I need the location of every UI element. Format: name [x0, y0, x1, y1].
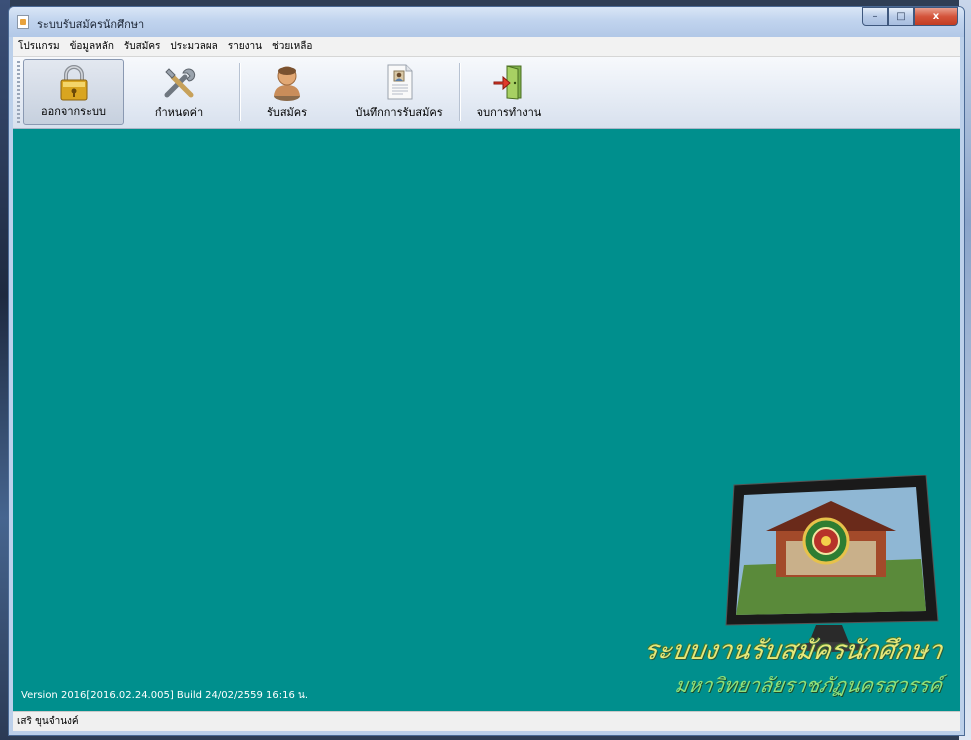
menu-report[interactable]: รายงาน [223, 39, 267, 54]
app-window: ระบบรับสมัครนักศึกษา – □ x โปรแกรม ข้อมู… [8, 6, 965, 736]
document-icon [387, 64, 413, 100]
version-info: Version 2016[2016.02.24.005] Build 24/02… [21, 690, 309, 701]
main-workspace: ระบบงานรับสมัครนักศึกษา มหาวิทยาลัยราชภั… [13, 129, 960, 711]
admission-button[interactable]: รับสมัคร [245, 59, 329, 125]
brand-system-name: ระบบงานรับสมัครนักศึกษา [641, 636, 945, 666]
title-bar[interactable]: ระบบรับสมัครนักศึกษา – □ x [9, 7, 964, 37]
admission-label: รับสมัคร [266, 106, 308, 119]
menu-process[interactable]: ประมวลผล [165, 39, 222, 54]
admission-record-button[interactable]: บันทึกการรับสมัคร [339, 59, 459, 125]
exit-door-icon [493, 65, 522, 100]
exit-button[interactable]: จบการทำงาน [465, 59, 553, 125]
toolbar-separator-2 [459, 63, 461, 121]
user-icon [274, 66, 300, 101]
admission-record-label: บันทึกการรับสมัคร [355, 106, 443, 119]
menu-help[interactable]: ช่วยเหลือ [267, 39, 317, 54]
menu-master-data[interactable]: ข้อมูลหลัก [65, 39, 119, 54]
monitor-illustration [725, 475, 939, 652]
lock-icon [60, 65, 87, 101]
settings-label: กำหนดค่า [154, 106, 204, 119]
logout-label: ออกจากระบบ [41, 105, 106, 118]
toolbar: ออกจากระบบ กำหนดค่า รับสมัคร บันทึกการรั… [13, 57, 960, 129]
tools-icon [164, 68, 196, 98]
close-button[interactable]: x [914, 7, 958, 26]
brand-university-name: มหาวิทยาลัยราชภัฏนครสวรรค์ [673, 673, 944, 697]
exit-label: จบการทำงาน [476, 106, 542, 119]
maximize-button[interactable]: □ [888, 7, 914, 26]
status-bar: เสริ ขุนจำนงค์ [13, 711, 960, 731]
status-user: เสริ ขุนจำนงค์ [17, 716, 79, 727]
menu-program[interactable]: โปรแกรม [13, 39, 65, 54]
settings-button[interactable]: กำหนดค่า [131, 59, 227, 125]
minimize-button[interactable]: – [862, 7, 888, 26]
menu-bar: โปรแกรม ข้อมูลหลัก รับสมัคร ประมวลผล ราย… [13, 37, 960, 57]
window-title: ระบบรับสมัครนักศึกษา [37, 18, 145, 31]
app-icon[interactable] [17, 15, 29, 29]
toolbar-grip[interactable] [17, 61, 20, 124]
window-controls: – □ x [862, 7, 958, 27]
toolbar-separator [239, 63, 241, 121]
logout-button[interactable]: ออกจากระบบ [23, 59, 124, 125]
menu-admission[interactable]: รับสมัคร [119, 39, 165, 54]
